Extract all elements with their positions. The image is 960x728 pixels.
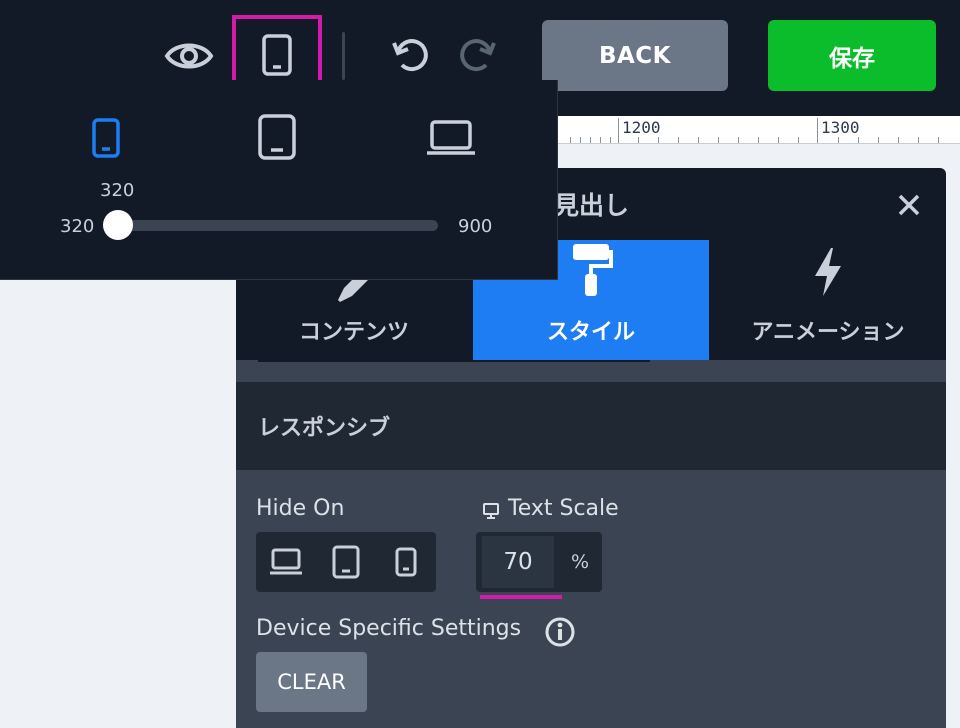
width-slider-knob[interactable] [103, 210, 133, 240]
text-scale-highlight-underline [480, 595, 562, 599]
hide-on-group [256, 532, 436, 592]
device-width-popover: 320 320 900 [0, 80, 558, 280]
responsive-section-title: レスポンシブ [258, 416, 391, 441]
hide-on-tablet-icon[interactable] [321, 537, 371, 587]
ruler-label-1200: 1200 [622, 118, 661, 137]
responsive-section-header[interactable]: レスポンシブ [236, 382, 946, 472]
device-tablet-icon[interactable] [254, 112, 300, 162]
text-scale-field: 70 % [476, 532, 602, 592]
undo-icon[interactable] [388, 32, 432, 78]
tab-animation-label: アニメーション [751, 320, 905, 345]
tab-content-label: コンテンツ [298, 320, 409, 345]
ruler-label-1300: 1300 [821, 118, 860, 137]
scroll-strip [236, 360, 946, 382]
bolt-icon [813, 248, 843, 302]
save-button[interactable]: 保存 [768, 20, 936, 91]
panel-title: 見出し [554, 191, 630, 220]
text-scale-input[interactable]: 70 [482, 536, 554, 588]
text-scale-label: Text Scale [508, 496, 619, 521]
desktop-small-icon [482, 502, 500, 524]
slider-current-value: 320 [100, 180, 135, 201]
tab-style-label: スタイル [546, 320, 635, 345]
slider-min-label: 320 [60, 216, 95, 237]
info-icon[interactable] [544, 616, 576, 648]
close-icon[interactable] [894, 190, 924, 220]
device-mobile-icon[interactable] [86, 114, 126, 162]
slider-max-label: 900 [458, 216, 493, 237]
width-slider-track[interactable] [118, 220, 438, 231]
back-button[interactable]: BACK [542, 20, 728, 91]
toolbar-divider [342, 32, 345, 80]
hide-on-laptop-icon[interactable] [261, 537, 311, 587]
canvas-ruler: 1200 1300 [556, 116, 960, 144]
device-specific-settings-label: Device Specific Settings [256, 616, 522, 641]
redo-icon[interactable] [456, 32, 500, 78]
tab-animation[interactable]: アニメーション [710, 240, 946, 360]
preview-eye-icon[interactable] [163, 32, 215, 80]
text-scale-unit: % [570, 551, 590, 573]
hide-on-label: Hide On [256, 496, 345, 521]
strip-divider [258, 360, 650, 362]
device-laptop-icon[interactable] [424, 116, 478, 160]
paint-roller-icon [569, 242, 613, 304]
clear-button[interactable]: CLEAR [256, 652, 367, 712]
responsive-section-body: Hide On Text Scale 70 % Device Specific … [236, 470, 946, 728]
hide-on-mobile-icon[interactable] [381, 537, 431, 587]
